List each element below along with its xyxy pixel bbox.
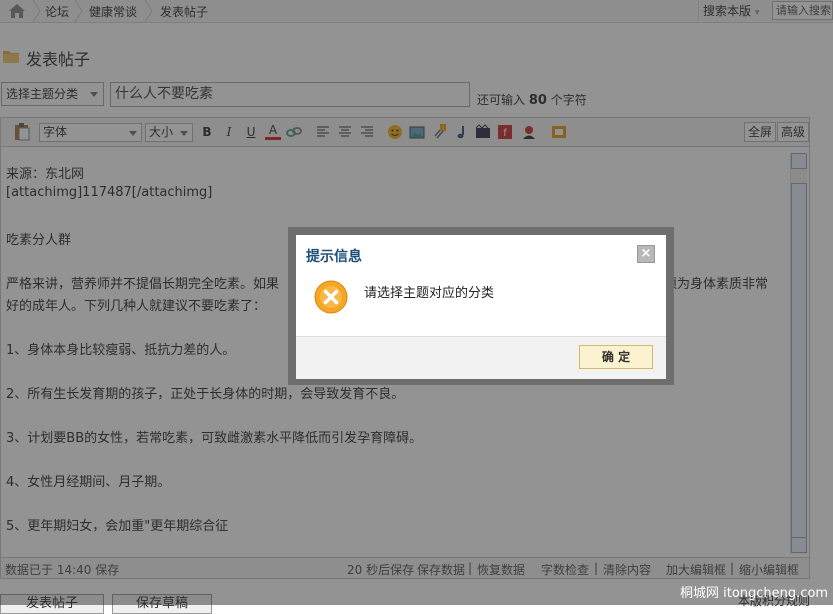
close-icon[interactable]: × <box>637 245 655 263</box>
alert-dialog: 提示信息 × 请选择主题对应的分类 确 定 <box>296 235 666 379</box>
dialog-message: 请选择主题对应的分类 <box>364 286 495 301</box>
error-icon <box>314 280 348 314</box>
ok-button[interactable]: 确 定 <box>579 345 653 369</box>
site-watermark: 桐城网 itongcheng.com <box>680 586 829 601</box>
dialog-title: 提示信息 <box>306 249 362 265</box>
